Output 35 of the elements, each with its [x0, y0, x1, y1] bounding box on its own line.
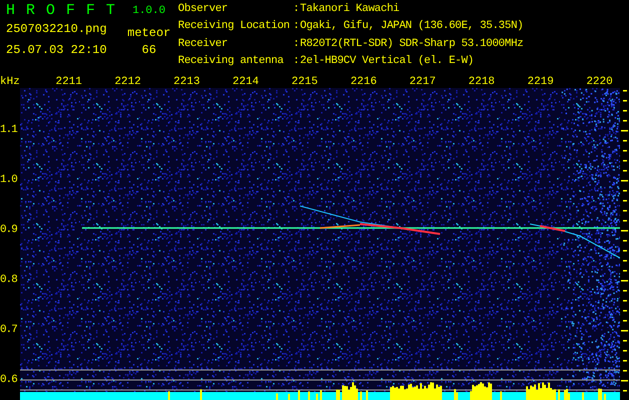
frequency-axis-label: 0.6	[0, 374, 17, 386]
time-axis-label: 2217	[408, 76, 437, 88]
info-value: Takanori Kawachi	[300, 3, 400, 17]
time-axis-label: 2219	[526, 76, 555, 88]
time-axis-label: 2216	[349, 76, 378, 88]
info-value: R820T2(RTL-SDR) SDR-Sharp 53.1000MHz	[300, 38, 524, 52]
time-axis-label: 2211	[54, 76, 83, 88]
colon-separator: :	[293, 38, 300, 52]
colon-separator: :	[293, 3, 300, 17]
colon-separator: :	[293, 20, 300, 34]
frequency-axis-label: 0.7	[0, 324, 17, 336]
version-label: 1.0.0	[132, 4, 166, 19]
frequency-axis-label: 1.1	[0, 124, 17, 136]
time-axis-label: 2220	[585, 76, 614, 88]
info-value: 2el-HB9CV Vertical (el. E-W)	[300, 54, 475, 69]
info-label: Receiving Location	[178, 20, 291, 34]
frequency-axis-label: 0.8	[0, 274, 17, 286]
info-label: Receiver	[178, 38, 229, 52]
axis-unit: kHz	[0, 76, 21, 88]
app-title: H R O F F T	[6, 3, 118, 19]
time-axis-label: 2214	[232, 76, 260, 88]
frequency-axis-label: 0.9	[0, 224, 17, 236]
frequency-axis-label: 1.0	[0, 174, 17, 186]
meteor-label: meteor	[127, 27, 171, 40]
meteor-count: 66	[142, 44, 156, 57]
info-value: Ogaki, Gifu, JAPAN (136.60E, 35.35N)	[300, 20, 524, 34]
time-axis-label: 2215	[290, 76, 319, 88]
date-time: 25.07.03 22:10	[6, 44, 108, 57]
time-axis-label: 2212	[114, 76, 142, 88]
info-label: Receiving antenna	[178, 54, 284, 69]
time-axis-label: 2213	[172, 76, 201, 88]
file-name: 2507032210.png	[6, 23, 108, 36]
colon-separator: :	[293, 54, 300, 69]
info-label: Observer	[178, 3, 229, 17]
time-axis-label: 2218	[467, 76, 496, 88]
